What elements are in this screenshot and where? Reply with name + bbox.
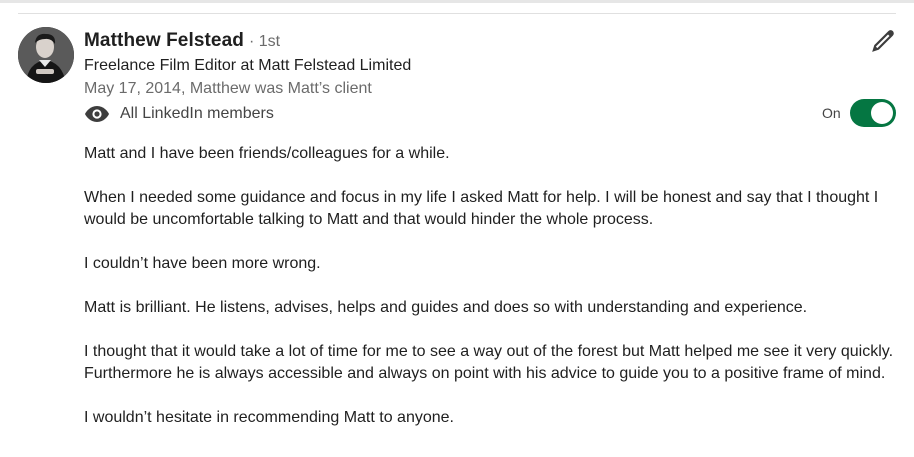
recommendation-paragraph: I couldn’t have been more wrong. [84,255,321,272]
toggle-label: On [822,105,841,121]
top-border [0,0,914,3]
avatar[interactable] [18,27,74,83]
visibility-toggle[interactable] [849,99,896,127]
visibility-toggle-wrap: On [822,99,896,127]
pencil-icon[interactable] [870,28,896,54]
author-name[interactable]: Matthew Felstead [84,30,244,52]
avatar-photo [18,27,74,83]
eye-icon [84,105,110,123]
recommendation-header: Matthew Felstead · 1st Freelance Film Ed… [84,30,844,97]
recommendation-paragraph: Matt is brilliant. He listens, advises, … [84,299,808,316]
name-row: Matthew Felstead · 1st [84,30,844,54]
recommendation-text: Matt and I have been friends/colleagues … [84,143,904,451]
recommendation-meta: May 17, 2014, Matthew was Matt’s client [84,80,372,97]
connection-degree: · 1st [248,33,281,50]
visibility-setting: All LinkedIn members [84,103,274,125]
recommendation-paragraph: I thought that it would take a lot of ti… [84,343,894,382]
recommendation-card: Matthew Felstead · 1st Freelance Film Ed… [0,0,914,457]
toggle-knob [870,102,893,124]
author-headline: Freelance Film Editor at Matt Felstead L… [84,57,412,74]
recommendation-paragraph: I wouldn’t hesitate in recommending Matt… [84,409,454,426]
divider [18,13,896,14]
recommendation-paragraph: Matt and I have been friends/colleagues … [84,145,450,162]
visibility-label: All LinkedIn members [120,105,274,122]
recommendation-paragraph: When I needed some guidance and focus in… [84,189,879,228]
